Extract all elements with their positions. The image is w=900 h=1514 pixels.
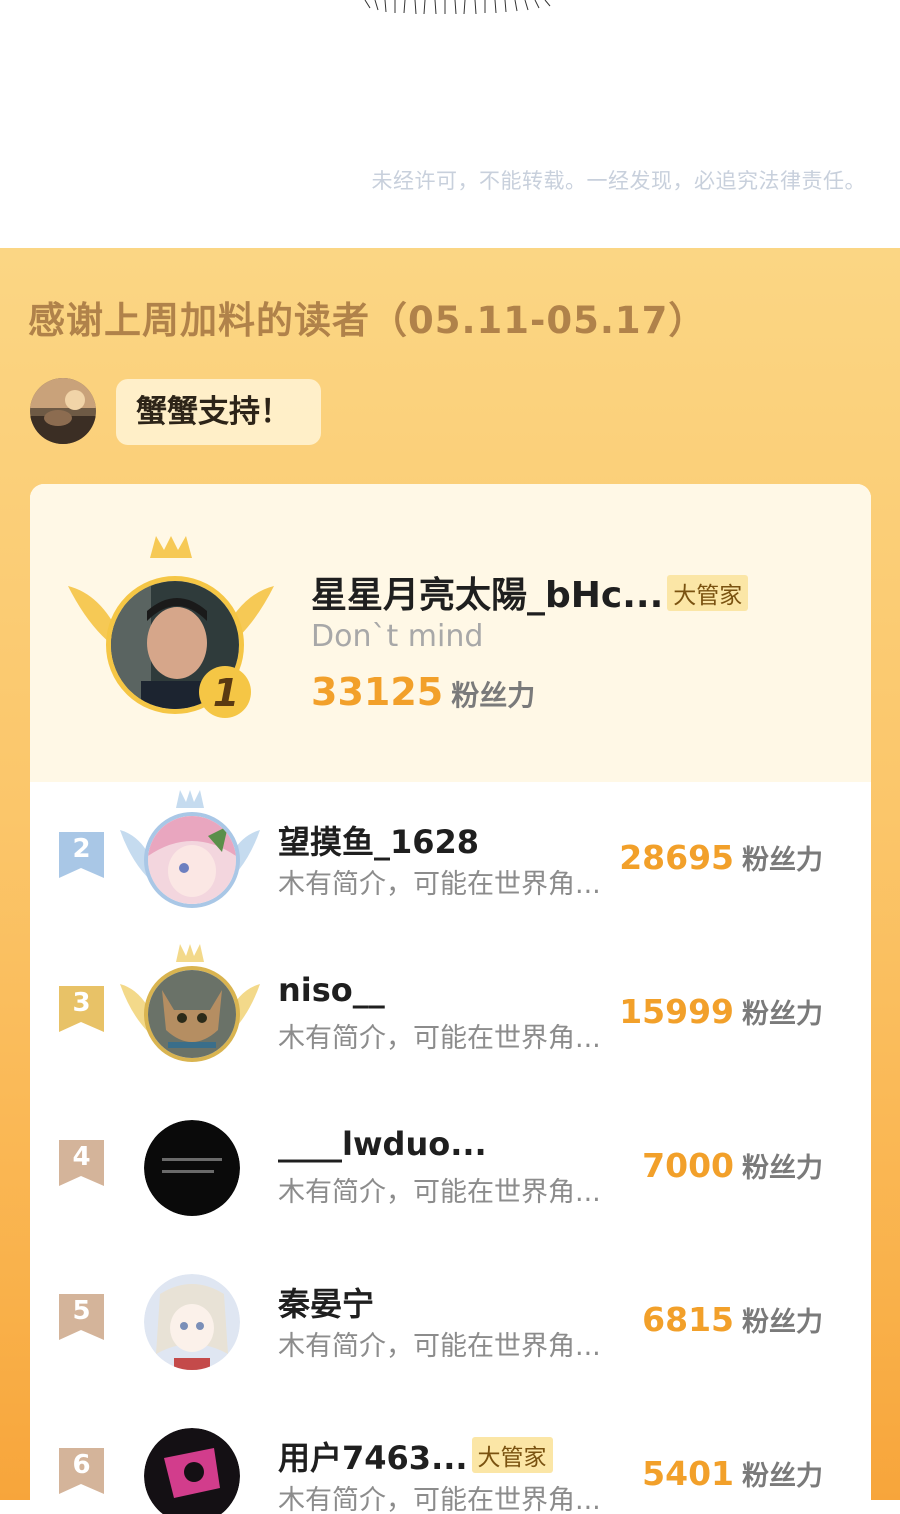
reader-avatar[interactable] [144, 1120, 240, 1216]
reader-name-text: 用户7463... [278, 1439, 468, 1477]
rank-number: 4 [72, 1142, 91, 1172]
reader-avatar[interactable] [144, 966, 240, 1062]
reader-score: 7000 粉丝力 [642, 1146, 823, 1185]
reader-desc: 木有简介，可能在世界角... [278, 869, 601, 900]
score-value: 6815 [642, 1300, 734, 1339]
reader-score: 28695 粉丝力 [619, 838, 823, 877]
score-value: 15999 [619, 992, 734, 1031]
reader-desc: 木有简介，可能在世界角... [278, 1485, 601, 1514]
role-badge: 大管家 [667, 575, 749, 611]
rank-number: 6 [72, 1450, 91, 1480]
ranking-card: 1 星星月亮太陽_bHc... 大管家 Don`t mind 33125 粉丝力 2… [30, 484, 871, 1514]
score-unit: 粉丝力 [742, 1461, 823, 1492]
reader-row[interactable]: 3 niso__ 木有简介，可能在世界角... 15999 粉丝力 [30, 936, 871, 1086]
role-badge: 大管家 [471, 1437, 553, 1473]
score-unit: 粉丝力 [742, 845, 823, 876]
section-title: 感谢上周加料的读者（05.11-05.17） [28, 299, 707, 342]
reader-score: 5401 粉丝力 [642, 1454, 823, 1493]
reader-name[interactable]: niso__ [278, 971, 385, 1009]
author-message: 蟹蟹支持！ [116, 379, 321, 445]
score-unit: 粉丝力 [742, 999, 823, 1030]
score-value: 7000 [642, 1146, 734, 1185]
reader-desc: 木有简介，可能在世界角... [278, 1023, 601, 1054]
reader-score: 6815 粉丝力 [642, 1300, 823, 1339]
reader-desc: 木有简介，可能在世界角... [278, 1331, 601, 1362]
top-reader[interactable]: 1 星星月亮太陽_bHc... 大管家 Don`t mind 33125 粉丝力 [30, 484, 871, 782]
reader-avatar[interactable] [144, 812, 240, 908]
reader-name[interactable]: 秦晏宁 [278, 1279, 374, 1325]
score-value: 5401 [642, 1454, 734, 1493]
score-unit: 粉丝力 [742, 1307, 823, 1338]
artwork-fragment [364, 0, 551, 14]
score-value: 33125 [311, 670, 444, 714]
author-avatar[interactable] [30, 378, 96, 444]
top-reader-name-text: 星星月亮太陽_bHc... [311, 575, 664, 616]
score-value: 28695 [619, 838, 734, 877]
rank-number: 1 [213, 671, 239, 715]
score-unit: 粉丝力 [742, 1153, 823, 1184]
reader-name[interactable]: 用户7463... 大管家 [278, 1433, 553, 1479]
reader-row[interactable]: 2 望摸鱼_1628 木有简介，可能在世界角... 28695 粉丝力 [30, 782, 871, 932]
reader-name[interactable]: 望摸鱼_1628 [278, 817, 479, 863]
reader-row[interactable]: 5 秦晏宁 木有简介，可能在世界角... 6815 粉丝力 [30, 1244, 871, 1394]
top-area: 未经许可，不能转载。一经发现，必追究法律责任。 [0, 0, 900, 248]
rank-number: 3 [72, 988, 91, 1018]
reader-avatar[interactable] [144, 1274, 240, 1370]
reader-desc: 木有简介，可能在世界角... [278, 1177, 601, 1208]
reader-row[interactable]: 4 ____lwduo... 木有简介，可能在世界角... 7000 粉丝力 [30, 1090, 871, 1240]
reader-row[interactable]: 6 用户7463... 大管家 木有简介，可能在世界角... 5401 粉丝力 [30, 1398, 871, 1514]
top-reader-score: 33125 粉丝力 [311, 670, 535, 714]
reader-name[interactable]: ____lwduo... [278, 1125, 487, 1163]
reader-score: 15999 粉丝力 [619, 992, 823, 1031]
reader-avatar[interactable] [144, 1428, 240, 1514]
score-unit: 粉丝力 [451, 679, 536, 712]
top-reader-desc: Don`t mind [311, 619, 484, 654]
copyright-notice: 未经许可，不能转载。一经发现，必追究法律责任。 [371, 169, 866, 193]
rank-number: 2 [72, 834, 91, 864]
rank-badge-icon: 1 [199, 666, 251, 718]
rank-number: 5 [72, 1296, 91, 1326]
top-reader-name[interactable]: 星星月亮太陽_bHc... 大管家 [311, 566, 749, 618]
